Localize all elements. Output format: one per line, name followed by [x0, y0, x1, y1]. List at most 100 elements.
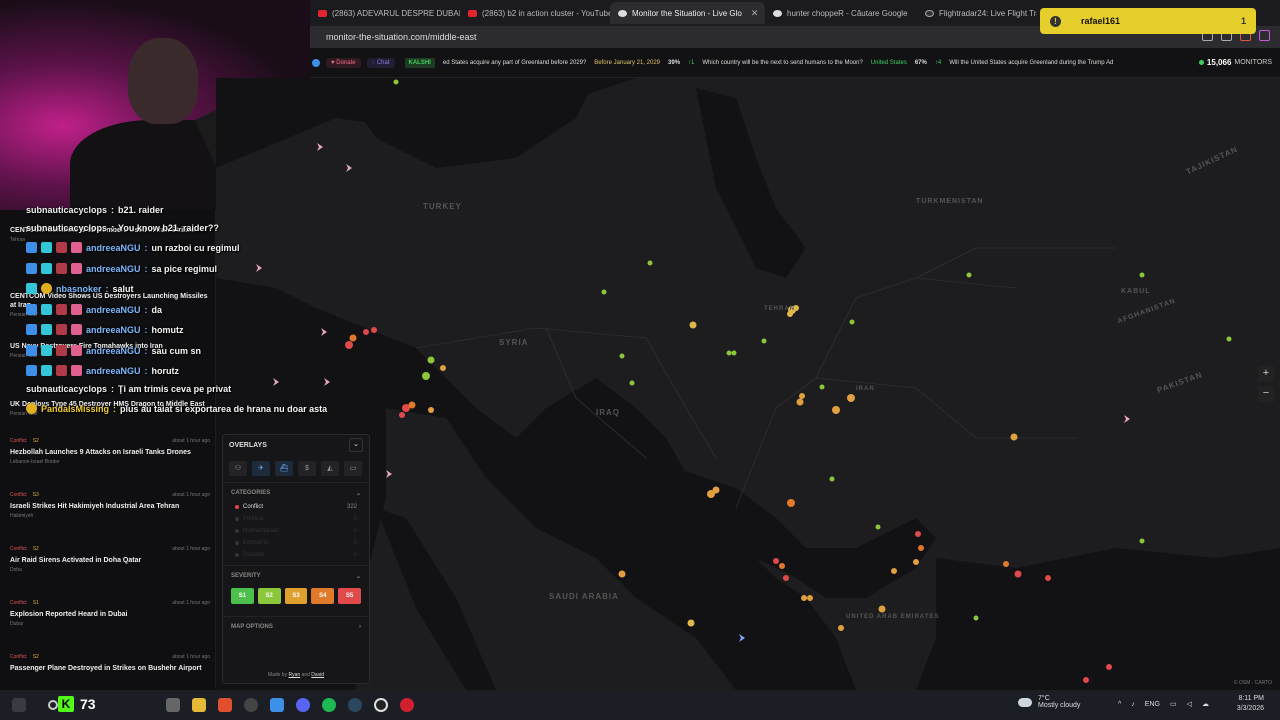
severity-header[interactable]: SEVERITY ⌄ [223, 565, 369, 584]
severity-s3-button[interactable]: S3 [284, 588, 308, 604]
badge-icon [26, 263, 37, 274]
tab-youtube-dubai[interactable]: (2863) ADEVARUL DESPRE DUBAI - Y [310, 2, 460, 24]
categories-header[interactable]: CATEGORIES ⌄ [223, 482, 369, 501]
news-item[interactable]: Conflict S3 about 1 hour ago Israeli Strik… [10, 492, 210, 519]
volume-icon[interactable]: ◁ [1187, 700, 1192, 708]
rewards-icon[interactable] [1259, 30, 1270, 41]
microphone-icon[interactable]: ♪ [1131, 701, 1135, 708]
badge-icon [41, 283, 52, 294]
screen: (2863) ADEVARUL DESPRE DUBAI - Y (2863) … [0, 0, 1280, 720]
tab-monitor-situation[interactable]: Monitor the Situation - Live Glo ✕ [610, 2, 765, 24]
store-icon[interactable] [270, 698, 284, 712]
zoom-out-button[interactable]: − [1258, 386, 1274, 402]
tab-google-search[interactable]: hunter choppeR - Căutare Google [765, 2, 917, 24]
start-icon[interactable] [12, 698, 26, 712]
category-political[interactable]: Political 0 [223, 513, 369, 525]
category-economic[interactable]: Economic 0 [223, 537, 369, 549]
badge-icon [71, 324, 82, 335]
zoom-controls: + − [1258, 366, 1274, 402]
severity-s4-button[interactable]: S4 [311, 588, 335, 604]
cloud-sync-icon[interactable]: ☁ [1202, 700, 1209, 708]
tab-youtube-b2[interactable]: (2863) b2 in action cluster - YouTube [460, 2, 610, 24]
app-icon[interactable] [244, 698, 258, 712]
people-icon[interactable]: ⚇ [229, 461, 247, 476]
monitors-counter: 15,066 MONITORS [1198, 58, 1272, 67]
obs-icon[interactable] [374, 698, 388, 712]
author-link[interactable]: David [311, 672, 324, 678]
opera-icon[interactable] [400, 698, 414, 712]
category-conflict[interactable]: Conflict 322 [223, 501, 369, 513]
ticker-delta: ↑1 [688, 59, 695, 66]
badge-icon [41, 304, 52, 315]
category-dot-icon [235, 529, 239, 533]
news-item[interactable]: Conflict S2 about 1 hour ago Passenger Pla… [10, 654, 210, 673]
category-dot-icon [235, 517, 239, 521]
severity-s5-button[interactable]: S5 [338, 588, 361, 604]
chat-message: andreeaNGU: sa pice regimul [26, 263, 217, 274]
chevron-down-icon: ⌄ [355, 574, 361, 580]
overlays-header: OVERLAYS ⌄ [223, 435, 369, 455]
news-sidebar: CENTCOM Confirms B-52 Bombers Used in Ir… [0, 210, 216, 688]
chat-message: PandaIsMissing: plus au taiat si exportar… [26, 403, 327, 414]
language-indicator[interactable]: ENG [1145, 701, 1160, 708]
author-link[interactable]: Ryan [288, 672, 300, 678]
folder-icon[interactable] [192, 698, 206, 712]
news-item[interactable]: Conflict S2 about 1 hour ago Air Raid Sire… [10, 546, 210, 573]
weather-widget[interactable]: 7°C Mostly cloudy [1018, 695, 1080, 709]
map-attribution[interactable]: © OSM · CARTO [1234, 680, 1272, 686]
follower-notification: ! rafael161 1 [1040, 8, 1256, 34]
ticker-question[interactable]: Will the United States acquire Greenland… [949, 60, 1113, 66]
menu-icon[interactable] [312, 58, 320, 67]
flights-icon[interactable]: ✈ [252, 461, 270, 476]
severity-s1-button[interactable]: S1 [231, 588, 254, 604]
map-options-header[interactable]: MAP OPTIONS › [223, 616, 369, 634]
streamer-head [128, 38, 198, 124]
clock[interactable]: 8:11 PM 3/3/2026 [1237, 694, 1264, 714]
category-humanitarian[interactable]: Humanitarian 0 [223, 525, 369, 537]
credits: Made by Ryan and David [267, 672, 325, 678]
cloud-icon [1018, 697, 1032, 707]
donate-button[interactable]: ♥ Donate [326, 57, 361, 68]
network-icon[interactable]: ▭ [1170, 700, 1177, 708]
chat-message: andreeaNGU: horutz [26, 365, 179, 376]
brave-icon[interactable] [218, 698, 232, 712]
chat-message: andreeaNGU: da [26, 304, 162, 315]
map-canvas[interactable]: TURKEY SYRIA IRAQ SAUDI ARABIA PAKISTAN … [216, 78, 1280, 690]
steam-icon[interactable] [348, 698, 362, 712]
taskview-icon[interactable] [166, 698, 180, 712]
google-icon [773, 9, 782, 17]
discord-icon[interactable] [296, 698, 310, 712]
news-item[interactable]: Conflict S2 about 1 hour ago Hezbollah Lau… [10, 438, 210, 465]
camera-icon[interactable]: ▭ [344, 461, 362, 476]
close-tab-icon[interactable]: ✕ [751, 8, 759, 19]
chat-message: andreeaNGU: un razboi cu regimul [26, 242, 240, 253]
badge-icon [41, 324, 52, 335]
badge-icon [26, 242, 37, 253]
markets-icon[interactable]: $ [298, 461, 316, 476]
system-tray: ^ ♪ ENG ▭ ◁ ☁ [1118, 700, 1209, 709]
chat-message: andreeaNGU: homutz [26, 324, 184, 335]
ships-icon[interactable]: ⛴ [275, 461, 293, 476]
badge-icon [71, 345, 82, 356]
map-label-syria: SYRIA [499, 338, 529, 347]
notification-icon: ! [1050, 15, 1061, 27]
zoom-in-button[interactable]: + [1258, 366, 1274, 382]
severity-s2-button[interactable]: S2 [257, 588, 281, 604]
news-item[interactable]: Conflict S1 about 1 hour ago Explosion Rep… [10, 600, 210, 627]
chevron-up-icon[interactable]: ^ [1118, 701, 1121, 708]
alerts-icon[interactable]: ◭ [321, 461, 339, 476]
ticker-pct: 67% [914, 59, 927, 66]
ticker-question[interactable]: Which country will be the next to send h… [702, 60, 862, 66]
chat-message: andreeaNGU: sau cum sn [26, 345, 201, 356]
category-disaster[interactable]: Disaster 0 [223, 549, 369, 561]
spotify-icon[interactable] [322, 698, 336, 712]
search-icon[interactable] [48, 700, 58, 710]
tab-flightradar[interactable]: Flightradar24: Live Flight Tra [917, 2, 1037, 24]
chevron-right-icon: › [359, 624, 361, 630]
map-label-saudi-arabia: SAUDI ARABIA [549, 592, 619, 601]
ticker-date: Before January 21, 2029 [594, 59, 661, 66]
chat-button[interactable]: ◌ Chat [366, 57, 395, 68]
category-dot-icon [235, 541, 239, 545]
ticker-question[interactable]: ed States acquire any part of Greenland … [443, 60, 586, 66]
collapse-button[interactable]: ⌄ [349, 438, 363, 452]
